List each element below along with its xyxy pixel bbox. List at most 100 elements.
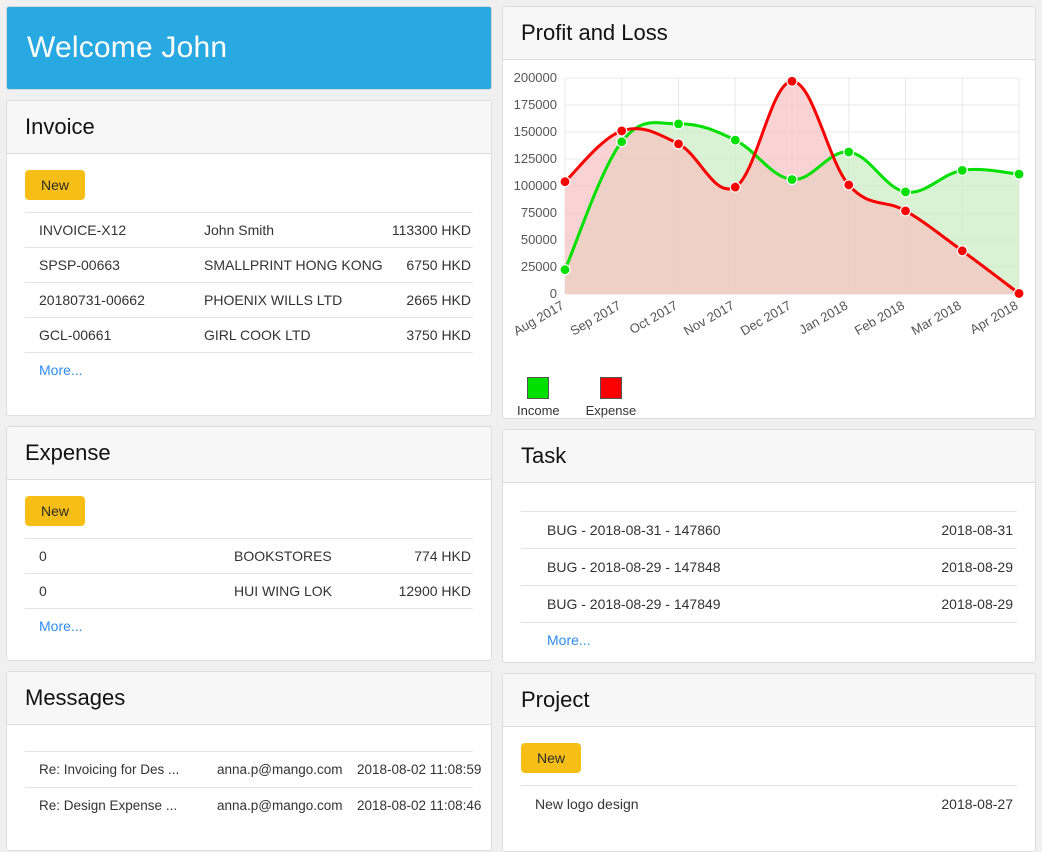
- message-timestamp: 2018-08-02 11:08:46: [357, 798, 482, 813]
- svg-text:50000: 50000: [521, 232, 557, 247]
- expense-number: 0: [39, 583, 47, 599]
- expense-party: BOOKSTORES: [234, 548, 332, 564]
- invoice-amount: 6750 HKD: [406, 257, 471, 273]
- invoice-number: INVOICE-X12: [39, 222, 127, 238]
- expense-panel-title: Expense: [25, 440, 111, 465]
- income-color-swatch: [527, 377, 550, 400]
- svg-text:Apr 2018: Apr 2018: [967, 298, 1020, 337]
- welcome-text: Welcome John: [27, 31, 228, 64]
- invoice-more-link[interactable]: More...: [39, 362, 83, 378]
- legend-item-expense: Expense: [585, 377, 637, 419]
- legend-item-income: Income: [517, 377, 560, 418]
- messages-panel-body: Re: Invoicing for Des ... anna.p@mango.c…: [7, 725, 491, 850]
- svg-text:Oct 2017: Oct 2017: [627, 298, 680, 337]
- message-subject: Re: Design Expense ...: [39, 798, 178, 813]
- expense-panel: Expense New 0 BOOKSTORES 774 HKD 0 HUI W…: [6, 426, 492, 661]
- invoice-more-row: More...: [25, 352, 473, 389]
- expense-amount: 12900 HKD: [398, 583, 471, 599]
- invoice-party: PHOENIX WILLS LTD: [204, 292, 343, 308]
- task-date: 2018-08-31: [941, 522, 1013, 539]
- message-subject: Re: Invoicing for Des ...: [39, 762, 180, 777]
- task-rows: BUG - 2018-08-31 - 147860 2018-08-31 BUG…: [521, 511, 1017, 659]
- messages-spacer: [25, 725, 473, 751]
- expense-party: HUI WING LOK: [234, 583, 333, 599]
- table-row[interactable]: BUG - 2018-08-29 - 147848 2018-08-29: [521, 548, 1017, 585]
- expense-rows: 0 BOOKSTORES 774 HKD 0 HUI WING LOK 1290…: [25, 538, 473, 645]
- left-column: Welcome John Invoice New INVOICE-X12 Joh…: [6, 6, 492, 852]
- legend-label-income: Income: [517, 403, 560, 419]
- message-sender: anna.p@mango.com: [217, 798, 343, 813]
- expense-color-swatch: [599, 377, 622, 400]
- project-name: New logo design: [535, 796, 639, 813]
- message-sender: anna.p@mango.com: [217, 762, 343, 777]
- invoice-party: John Smith: [204, 222, 275, 238]
- expense-panel-body: New 0 BOOKSTORES 774 HKD 0 HUI WING LOK …: [7, 480, 491, 660]
- messages-panel: Messages Re: Invoicing for Des ... anna.…: [6, 671, 492, 851]
- invoice-panel-body: New INVOICE-X12 John Smith 113300 HKD SP…: [7, 154, 491, 415]
- task-panel: Task BUG - 2018-08-31 - 147860 2018-08-3…: [502, 429, 1036, 664]
- invoice-new-button[interactable]: New: [25, 170, 86, 200]
- svg-text:150000: 150000: [514, 124, 557, 139]
- project-new-button[interactable]: New: [521, 743, 582, 774]
- profit-and-loss-panel: Profit and Loss 0 25000 50000 75000 100000 12…: [502, 6, 1036, 420]
- svg-text:Feb 2018: Feb 2018: [852, 298, 907, 338]
- project-panel-title: Project: [521, 687, 590, 713]
- task-more-row: More...: [521, 622, 1017, 659]
- svg-text:Aug 2017: Aug 2017: [511, 298, 567, 339]
- list-item[interactable]: Re: Design Expense ... anna.p@mango.com …: [25, 787, 481, 823]
- expense-number: 0: [39, 548, 47, 564]
- task-spacer: [521, 483, 1017, 511]
- table-row[interactable]: 0 BOOKSTORES 774 HKD: [25, 538, 473, 573]
- invoice-amount: 113300 HKD: [391, 222, 471, 238]
- expense-amount: 774 HKD: [414, 548, 471, 564]
- task-more-link[interactable]: More...: [547, 632, 591, 648]
- invoice-panel: Invoice New INVOICE-X12 John Smith 11330…: [6, 100, 492, 416]
- invoice-rows: INVOICE-X12 John Smith 113300 HKD SPSP-0…: [25, 212, 473, 389]
- svg-text:Dec 2017: Dec 2017: [738, 298, 794, 339]
- table-row[interactable]: BUG - 2018-08-29 - 147849 2018-08-29: [521, 585, 1017, 622]
- task-name: BUG - 2018-08-29 - 147848: [547, 559, 721, 576]
- table-row[interactable]: INVOICE-X12 John Smith 113300 HKD: [25, 212, 473, 247]
- welcome-banner: Welcome John: [6, 6, 492, 90]
- invoice-panel-header: Invoice: [7, 101, 491, 154]
- project-panel-header: Project: [503, 674, 1035, 728]
- svg-text:75000: 75000: [521, 205, 557, 220]
- task-name: BUG - 2018-08-29 - 147849: [547, 596, 721, 613]
- legend-label-expense: Expense: [585, 403, 637, 419]
- table-row[interactable]: GCL-00661 GIRL COOK LTD 3750 HKD: [25, 317, 473, 352]
- expense-more-link[interactable]: More...: [39, 618, 83, 634]
- dashboard: Welcome John Invoice New INVOICE-X12 Joh…: [0, 0, 1042, 852]
- profit-and-loss-chart: 0 25000 50000 75000 100000 125000 150000 175000…: [503, 60, 1035, 375]
- svg-text:125000: 125000: [514, 151, 557, 166]
- table-row[interactable]: 20180731-00662 PHOENIX WILLS LTD 2665 HK…: [25, 282, 473, 317]
- invoice-amount: 3750 HKD: [406, 327, 471, 343]
- invoice-party: GIRL COOK LTD: [204, 327, 311, 343]
- project-date: 2018-08-27: [941, 796, 1013, 813]
- expense-new-button[interactable]: New: [25, 496, 86, 526]
- task-name: BUG - 2018-08-31 - 147860: [547, 522, 721, 539]
- svg-text:200000: 200000: [514, 70, 557, 85]
- table-row[interactable]: SPSP-00663 SMALLPRINT HONG KONG 6750 HKD: [25, 247, 473, 282]
- profit-and-loss-svg: 0250005000075000100000125000150000175000…: [511, 70, 1025, 339]
- svg-text:25000: 25000: [521, 259, 557, 274]
- task-date: 2018-08-29: [941, 559, 1013, 576]
- project-panel: Project New New logo design 2018-08-27: [502, 673, 1036, 852]
- task-panel-header: Task: [503, 430, 1035, 484]
- invoice-amount: 2665 HKD: [406, 292, 471, 308]
- invoice-panel-title: Invoice: [25, 114, 95, 139]
- task-panel-body: BUG - 2018-08-31 - 147860 2018-08-31 BUG…: [503, 483, 1035, 662]
- svg-text:Jan 2018: Jan 2018: [796, 298, 850, 338]
- table-row[interactable]: New logo design 2018-08-27: [521, 785, 1017, 822]
- list-item[interactable]: Re: Invoicing for Des ... anna.p@mango.c…: [25, 751, 481, 787]
- svg-text:175000: 175000: [514, 97, 557, 112]
- invoice-number: SPSP-00663: [39, 257, 120, 273]
- messages-rows: Re: Invoicing for Des ... anna.p@mango.c…: [25, 751, 481, 823]
- messages-panel-header: Messages: [7, 672, 491, 725]
- profit-and-loss-header: Profit and Loss: [503, 7, 1035, 60]
- svg-text:Nov 2017: Nov 2017: [681, 298, 737, 339]
- project-rows: New logo design 2018-08-27: [521, 785, 1017, 822]
- table-row[interactable]: BUG - 2018-08-31 - 147860 2018-08-31: [521, 511, 1017, 548]
- table-row[interactable]: 0 HUI WING LOK 12900 HKD: [25, 573, 473, 608]
- svg-text:100000: 100000: [514, 178, 557, 193]
- invoice-number: 20180731-00662: [39, 292, 145, 308]
